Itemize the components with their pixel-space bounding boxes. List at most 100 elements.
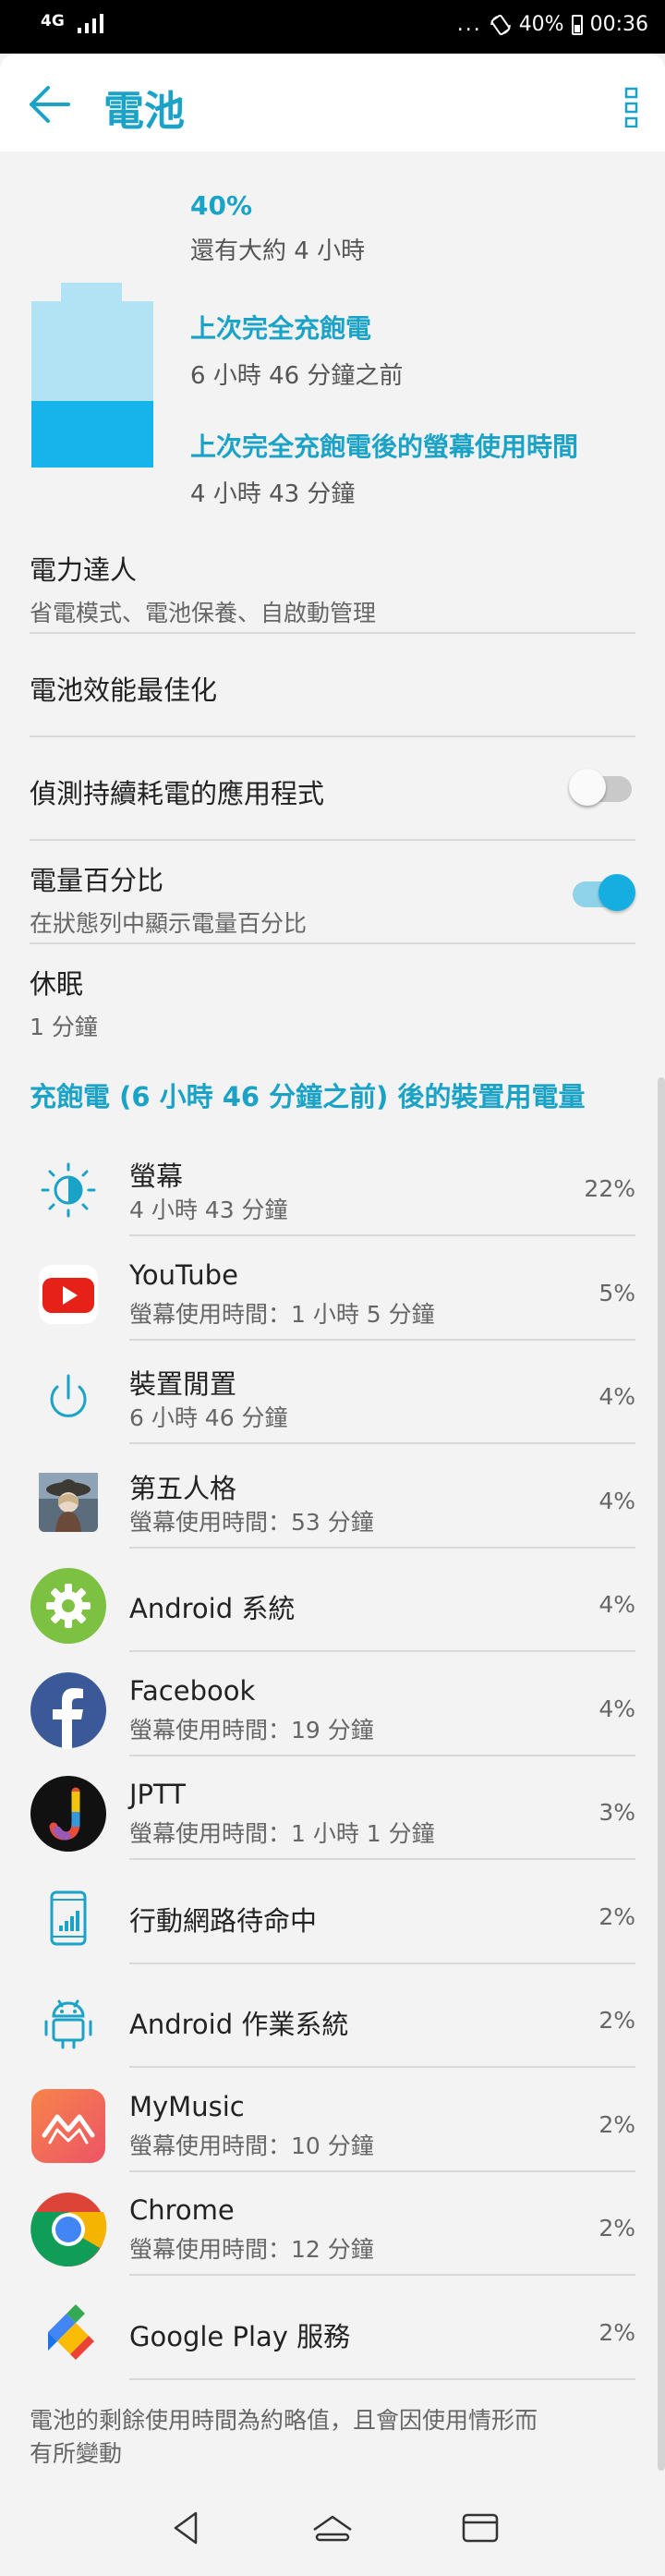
power-master-subtitle: 省電模式、電池保養、自啟動管理: [30, 600, 377, 626]
usage-app-name: Facebook: [129, 1675, 256, 1707]
usage-detail: 螢幕使用時間：1 小時 1 分鐘: [129, 1820, 435, 1847]
divider: [30, 839, 635, 841]
battery-percent-value: 40%: [190, 190, 253, 221]
nav-back-icon[interactable]: [163, 2504, 211, 2552]
app-bar: 電池: [0, 54, 665, 152]
usage-app-name: 行動網路待命中: [129, 1905, 318, 1937]
battery-fill: [31, 401, 153, 468]
status-left: 4G: [41, 13, 103, 33]
usage-row[interactable]: MyMusic 螢幕使用時間：10 分鐘 2%: [0, 2067, 665, 2170]
last-full-value: 6 小時 46 分鐘之前: [190, 362, 404, 390]
battery-body: [31, 301, 153, 468]
brightness-icon: [30, 1151, 107, 1229]
battery-level-graphic: [31, 283, 153, 468]
usage-percent: 2%: [598, 2007, 635, 2034]
usage-detail: 6 小時 46 分鐘: [129, 1404, 288, 1431]
clock: 00:36: [589, 13, 648, 36]
usage-app-name: Android 作業系統: [129, 2009, 349, 2040]
battery-percent-title: 電量百分比: [30, 865, 164, 896]
nav-recents-icon[interactable]: [456, 2504, 504, 2552]
usage-app-name: Android 系統: [129, 1593, 296, 1624]
network-type: 4G: [41, 12, 65, 30]
detect-drain-setting[interactable]: 偵測持續耗電的應用程式: [30, 772, 635, 811]
sleep-title: 休眠: [30, 968, 84, 1000]
arrow-left-icon[interactable]: [28, 85, 70, 124]
divider: [129, 2378, 635, 2380]
battery-cap: [61, 283, 122, 301]
usage-app-name: Chrome: [129, 2194, 235, 2226]
summary-percent-block: 40% 還有大約 4 小時: [190, 190, 365, 266]
usage-app-name: Google Play 服務: [129, 2321, 351, 2352]
power-master-setting[interactable]: 電力達人 省電模式、電池保養、自啟動管理: [30, 549, 635, 628]
navigation-bar: [0, 2480, 665, 2576]
nav-home-icon[interactable]: [308, 2504, 357, 2552]
power-master-title: 電力達人: [30, 554, 138, 586]
facebook-icon: [30, 1671, 107, 1749]
battery-content: 40% 還有大約 4 小時 上次完全充飽電 6 小時 46 分鐘之前 上次完全充…: [0, 152, 665, 2480]
chrome-icon: [30, 2191, 107, 2268]
usage-percent: 2%: [598, 2215, 635, 2242]
usage-row[interactable]: 螢幕 4 小時 43 分鐘 22%: [0, 1131, 665, 1234]
usage-row[interactable]: JPTT 螢幕使用時間：1 小時 1 分鐘 3%: [0, 1755, 665, 1858]
identity-v-game-icon: [30, 1464, 107, 1541]
usage-percent: 2%: [598, 2319, 635, 2346]
android-robot-icon: [30, 1983, 107, 2060]
usage-percent: 4%: [598, 1488, 635, 1514]
sleep-value: 1 分鐘: [30, 1014, 98, 1040]
last-full-label: 上次完全充飽電: [190, 313, 372, 344]
usage-row[interactable]: Google Play 服務 2%: [0, 2275, 665, 2378]
google-play-services-icon: [30, 2295, 107, 2373]
screen-usage-label: 上次完全充飽電後的螢幕使用時間: [190, 431, 579, 462]
mymusic-icon: [30, 2087, 107, 2165]
usage-row[interactable]: 行動網路待命中 2%: [0, 1859, 665, 1962]
usage-row[interactable]: 第五人格螢幕使用時間：53 分鐘 4%: [0, 1443, 665, 1547]
usage-app-name: MyMusic: [129, 2091, 245, 2122]
android-system-gear-icon: [30, 1567, 107, 1645]
battery-optimize-setting[interactable]: 電池效能最佳化: [30, 669, 635, 708]
footer-note: 電池的剩餘使用時間為約略值，且會因使用情形而有所變動: [30, 2407, 538, 2467]
sleep-setting[interactable]: 休眠 1 分鐘: [30, 963, 635, 1042]
battery-percent-subtitle: 在狀態列中顯示電量百分比: [30, 910, 308, 937]
usage-percent: 2%: [598, 1903, 635, 1930]
battery-optimize-title: 電池效能最佳化: [30, 674, 218, 706]
usage-app-name: 第五人格: [129, 1473, 237, 1504]
battery-percent-toggle[interactable]: [569, 872, 635, 911]
usage-row[interactable]: Android 作業系統 2%: [0, 1962, 665, 2066]
usage-percent: 4%: [598, 1695, 635, 1722]
cell-standby-icon: [30, 1879, 107, 1957]
usage-detail: 螢幕使用時間：10 分鐘: [129, 2132, 374, 2159]
power-icon: [30, 1359, 107, 1437]
usage-row[interactable]: 裝置閒置 6 小時 46 分鐘 4%: [0, 1339, 665, 1442]
scrollbar-upper[interactable]: [658, 1077, 665, 1874]
detect-drain-toggle[interactable]: [569, 767, 635, 806]
usage-section-header: 充飽電 (6 小時 46 分鐘之前) 後的裝置用電量: [30, 1081, 586, 1112]
usage-detail: 4 小時 43 分鐘: [129, 1197, 288, 1223]
auto-rotate-icon: [490, 14, 511, 35]
usage-app-name: YouTube: [129, 1259, 238, 1291]
status-right: ... 40% 00:36: [457, 13, 648, 36]
screen-usage-value: 4 小時 43 分鐘: [190, 480, 356, 508]
battery-status-icon: [571, 14, 583, 35]
usage-row[interactable]: YouTube 螢幕使用時間：1 小時 5 分鐘 5%: [0, 1235, 665, 1339]
usage-app-name: 螢幕: [129, 1160, 184, 1192]
remaining-time: 還有大約 4 小時: [190, 237, 366, 265]
usage-row[interactable]: Facebook 螢幕使用時間：19 分鐘 4%: [0, 1651, 665, 1755]
summary-last-full-block: 上次完全充飽電 6 小時 46 分鐘之前: [190, 309, 403, 391]
usage-row[interactable]: Chrome 螢幕使用時間：12 分鐘 2%: [0, 2170, 665, 2274]
usage-percent: 2%: [598, 2111, 635, 2138]
more-vert-icon[interactable]: [621, 87, 643, 128]
divider: [30, 735, 635, 737]
usage-detail: 螢幕使用時間：53 分鐘: [129, 1509, 374, 1536]
usage-percent: 22%: [584, 1175, 635, 1202]
summary-screen-usage-block: 上次完全充飽電後的螢幕使用時間 4 小時 43 分鐘: [190, 427, 578, 509]
divider: [30, 632, 635, 634]
detect-drain-title: 偵測持續耗電的應用程式: [30, 778, 325, 809]
battery-percent-setting[interactable]: 電量百分比 在狀態列中顯示電量百分比: [30, 859, 635, 939]
usage-row[interactable]: Android 系統 4%: [0, 1547, 665, 1650]
usage-detail: 螢幕使用時間：1 小時 5 分鐘: [129, 1301, 435, 1328]
battery-percent-status: 40%: [518, 13, 564, 36]
usage-app-name: 裝置閒置: [129, 1368, 237, 1400]
usage-detail: 螢幕使用時間：12 分鐘: [129, 2236, 374, 2263]
scrollbar-lower[interactable]: [658, 1861, 665, 2471]
usage-percent: 3%: [598, 1799, 635, 1826]
